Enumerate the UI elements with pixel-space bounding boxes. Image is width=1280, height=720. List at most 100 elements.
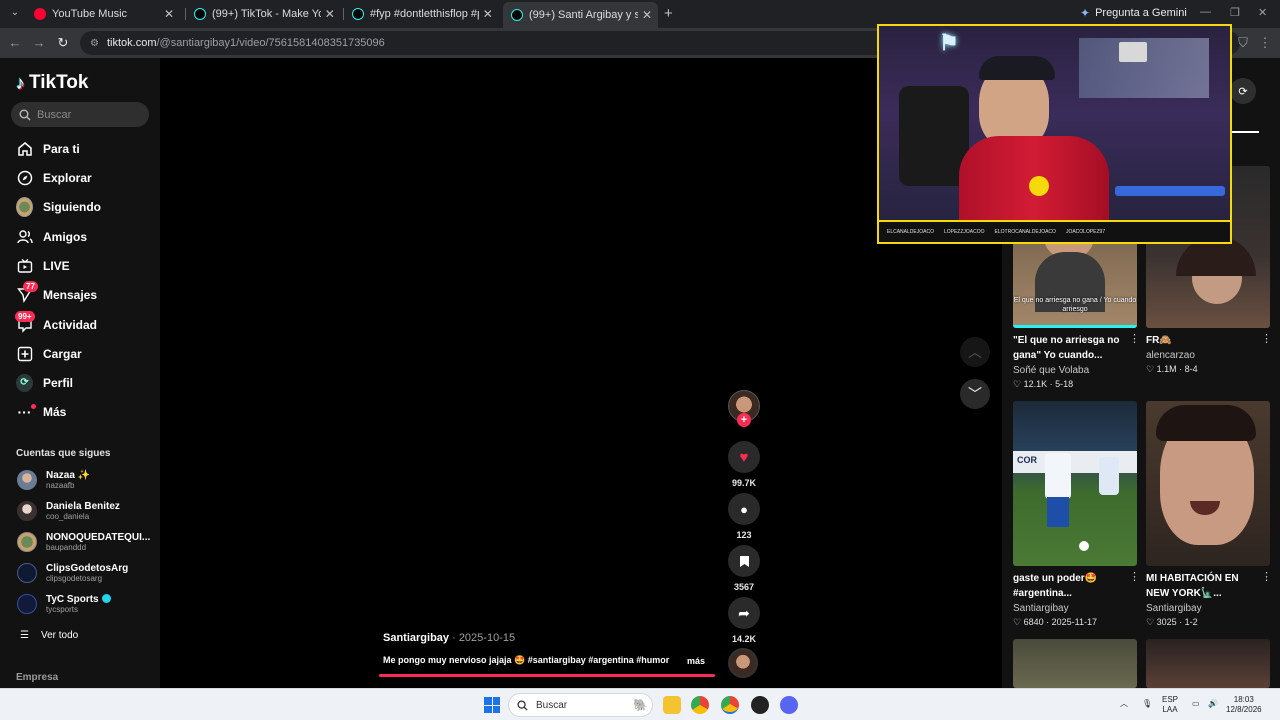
close-window-icon[interactable]: ✕ — [1258, 6, 1267, 19]
social-handle: ELOTROCANALDEJOACO — [994, 229, 1056, 235]
microphone-tray-icon[interactable]: 🎙 — [1142, 699, 1152, 709]
avatar — [17, 532, 37, 552]
activity-badge: 99+ — [15, 310, 35, 322]
like-count: 1.1M — [1156, 364, 1177, 374]
clock[interactable]: 18:03 12/8/2026 — [1226, 695, 1262, 715]
social-handle: ELCANALDEJOACO — [887, 229, 934, 235]
search-input[interactable]: Buscar — [11, 102, 149, 127]
network-icon[interactable]: ▭ — [1192, 699, 1200, 709]
like-action[interactable]: ♥ 99.7K — [726, 441, 762, 488]
chrome-icon[interactable] — [691, 696, 709, 714]
account-name: Nazaa ✨ — [46, 470, 91, 481]
reload-icon[interactable]: ↻ — [54, 34, 72, 52]
browser-menu-icon[interactable]: ⋮ — [1256, 34, 1274, 52]
social-handle: JOACOLOPEZ97 — [1065, 229, 1106, 235]
share-action[interactable]: ➦ 14.2K — [726, 597, 762, 644]
music-disc-icon[interactable] — [728, 648, 758, 678]
maximize-icon[interactable]: ❐ — [1230, 6, 1240, 19]
tab-youtube-music[interactable]: YouTube Music ✕ — [26, 3, 182, 25]
like-count: 3025 — [1156, 617, 1177, 627]
video-author[interactable]: Santiargibay — [1146, 603, 1202, 614]
back-icon[interactable]: ← — [6, 34, 24, 52]
close-tab-icon[interactable]: ✕ — [325, 7, 336, 21]
windows-start-icon[interactable] — [484, 697, 500, 713]
tab-santi-argibay[interactable]: (99+) Santi Argibay y su divertid ✕ — [503, 2, 658, 28]
file-explorer-icon[interactable] — [663, 696, 681, 714]
close-tab-icon[interactable]: ✕ — [483, 7, 493, 21]
clock-time: 18:03 — [1233, 695, 1254, 704]
comment-action[interactable]: ● 123 — [726, 493, 762, 540]
video-thumbnail[interactable] — [1146, 639, 1270, 688]
shield-extension-icon[interactable]: ⛉ — [1234, 34, 1252, 52]
obs-icon[interactable] — [751, 696, 769, 714]
follow-plus-button[interactable]: + — [737, 413, 751, 427]
video-title[interactable]: gaste un poder🤩 #argentina... — [1013, 571, 1128, 601]
following-account[interactable]: ClipsGodetosArg clipsgodetosarg — [17, 563, 128, 583]
video-options-icon[interactable]: ⋮ — [1261, 332, 1272, 345]
tab-fyp[interactable]: #fyp #dontletthisflop #prosperi ✕ — [344, 3, 499, 25]
video-player[interactable]: + ♥ 99.7K ● 123 3567 ➦ 14.2K Santiargiba… — [160, 58, 1002, 688]
close-tab-icon[interactable]: ✕ — [162, 7, 176, 21]
streamer-cap — [979, 56, 1055, 80]
nav-amigos[interactable]: Amigos — [16, 226, 87, 248]
compass-icon — [16, 170, 33, 187]
tab-list-chevron-icon[interactable]: ⌄ — [8, 6, 22, 20]
video-title[interactable]: MI HABITACIÓN EN NEW YORK🗽... — [1146, 571, 1258, 601]
video-options-icon[interactable]: ⋮ — [1129, 570, 1140, 583]
volume-icon[interactable]: 🔊 — [1208, 699, 1218, 709]
video-thumbnail[interactable] — [1013, 639, 1137, 688]
nav-explorar[interactable]: Explorar — [16, 167, 92, 189]
nav-cargar[interactable]: Cargar — [16, 343, 82, 365]
tiktok-logo[interactable]: ♪ TikTok — [16, 72, 88, 94]
new-tab-button[interactable]: + — [664, 5, 673, 22]
video-author[interactable]: Santiargibay — [383, 632, 449, 644]
video-author[interactable]: Soñé que Volaba — [1013, 365, 1089, 376]
video-title[interactable]: "El que no arriesga no gana" Yo cuando..… — [1013, 333, 1138, 363]
minimize-icon[interactable]: — — [1200, 6, 1211, 18]
tab-title: (99+) Santi Argibay y su divertid — [529, 9, 638, 21]
following-account[interactable]: Daniela Benitez coo_daniela — [17, 501, 120, 521]
forward-icon[interactable]: → — [30, 34, 48, 52]
share-icon[interactable]: ➦ — [728, 597, 760, 629]
video-options-icon[interactable]: ⋮ — [1261, 570, 1272, 583]
following-account[interactable]: Nazaa ✨ nazaafb — [17, 470, 90, 490]
more-description-button[interactable]: más — [687, 656, 705, 666]
next-video-chevron-down-icon[interactable]: ﹀ — [960, 379, 990, 409]
nav-actividad[interactable]: 99+ Actividad — [15, 310, 97, 336]
footer-empresa[interactable]: Empresa — [16, 672, 58, 683]
language-indicator[interactable]: ESP LAA — [1162, 695, 1178, 715]
video-thumbnail[interactable] — [1146, 401, 1270, 566]
video-title[interactable]: FR🙈 — [1146, 333, 1256, 348]
previous-video-chevron-up-icon[interactable]: ︿ — [960, 337, 990, 367]
keyboard-layout: LAA — [1162, 705, 1178, 714]
discord-icon[interactable] — [780, 696, 798, 714]
account-name: TyC Sports — [46, 594, 99, 605]
profile-menu-icon[interactable]: ⟳ — [1230, 78, 1256, 104]
nav-siguiendo[interactable]: Siguiendo — [16, 196, 101, 218]
video-options-icon[interactable]: ⋮ — [1129, 332, 1140, 345]
following-account[interactable]: TyC Sports tycsports — [17, 594, 111, 614]
picture-in-picture-stream[interactable]: ⚑ ELCANALDEJOACO LOPEZZJOACOO ELOTROCANA… — [877, 24, 1232, 244]
site-info-icon[interactable]: ⚙ — [90, 38, 99, 49]
video-author[interactable]: Santiargibay — [1013, 603, 1069, 614]
chrome-active-icon[interactable] — [721, 696, 739, 714]
see-all-following[interactable]: ☰ Ver todo — [20, 630, 78, 641]
nav-perfil[interactable]: ⟳ Perfil — [16, 372, 73, 394]
comment-icon[interactable]: ● — [728, 493, 760, 525]
nav-para-ti[interactable]: Para ti — [16, 138, 80, 160]
video-author[interactable]: alencarzao — [1146, 350, 1195, 361]
taskbar-search-input[interactable]: Buscar 🐘 — [508, 693, 653, 717]
nav-mensajes[interactable]: 77 Mensajes — [16, 280, 97, 306]
bookmark-icon[interactable] — [728, 545, 760, 577]
nav-mas[interactable]: ··· Más — [16, 401, 66, 423]
gemini-button[interactable]: ✦ Pregunta a Gemini — [1080, 6, 1187, 20]
video-thumbnail[interactable]: COR — [1013, 401, 1137, 566]
tray-overflow-chevron-icon[interactable]: ︿ — [1120, 699, 1128, 709]
video-progress-bar[interactable] — [379, 674, 715, 677]
close-tab-icon[interactable]: ✕ — [642, 8, 652, 22]
nav-live[interactable]: LIVE — [16, 255, 70, 277]
save-action[interactable]: 3567 — [726, 545, 762, 592]
heart-icon[interactable]: ♥ — [728, 441, 760, 473]
following-account[interactable]: NONOQUEDATEQUI... baupanddd — [17, 532, 150, 552]
tab-tiktok-home[interactable]: (99+) TikTok - Make Your Day ✕ — [186, 3, 341, 25]
